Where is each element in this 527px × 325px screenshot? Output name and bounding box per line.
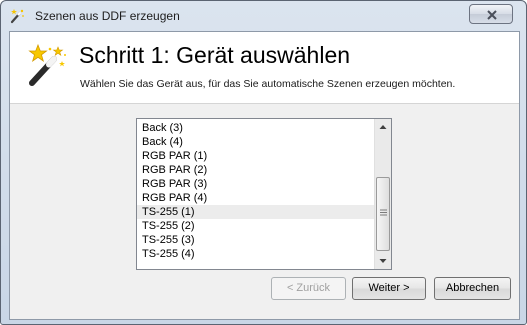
device-list-item[interactable]: TS-255 (1) <box>137 205 374 219</box>
title-bar[interactable]: Szenen aus DDF erzeugen <box>1 1 526 31</box>
device-list-item[interactable]: RGB PAR (2) <box>137 163 374 177</box>
step-description: Wählen Sie das Gerät aus, für das Sie au… <box>80 78 456 90</box>
grip-icon <box>380 209 387 216</box>
device-list-item[interactable]: TS-255 (2) <box>137 219 374 233</box>
dialog-window: Szenen aus DDF erzeugen Schritt 1: Gerät… <box>0 0 527 325</box>
scroll-down-button[interactable] <box>375 253 391 269</box>
close-button[interactable] <box>469 4 513 24</box>
next-button[interactable]: Weiter > <box>352 277 426 300</box>
device-list-item[interactable]: Back (4) <box>137 135 374 149</box>
close-icon <box>487 10 497 20</box>
scroll-thumb[interactable] <box>376 177 390 251</box>
device-list: Back (3) Back (4) RGB PAR (1) RGB PAR (2) RG… <box>137 121 374 261</box>
back-button[interactable]: < Zurück <box>271 277 346 300</box>
wizard-header: Schritt 1: Gerät auswählen Wählen Sie da… <box>10 32 519 104</box>
vertical-scrollbar[interactable] <box>374 119 391 269</box>
device-list-item[interactable]: RGB PAR (1) <box>137 149 374 163</box>
device-list-item[interactable]: TS-255 (4) <box>137 247 374 261</box>
dialog-client-area: Schritt 1: Gerät auswählen Wählen Sie da… <box>9 31 520 320</box>
device-list-item[interactable]: TS-255 (3) <box>137 233 374 247</box>
magic-wand-icon <box>24 43 68 87</box>
magic-wand-icon <box>9 8 25 24</box>
window-title: Szenen aus DDF erzeugen <box>35 9 180 23</box>
cancel-button[interactable]: Abbrechen <box>434 277 511 300</box>
device-list-item[interactable]: RGB PAR (4) <box>137 191 374 205</box>
device-listbox[interactable]: Back (3) Back (4) RGB PAR (1) RGB PAR (2) RG… <box>136 118 392 270</box>
device-list-item[interactable]: Back (3) <box>137 121 374 135</box>
arrow-down-icon <box>379 259 387 263</box>
step-title: Schritt 1: Gerät auswählen <box>79 42 351 68</box>
arrow-up-icon <box>379 125 387 129</box>
scroll-up-button[interactable] <box>375 119 391 135</box>
device-list-item[interactable]: RGB PAR (3) <box>137 177 374 191</box>
